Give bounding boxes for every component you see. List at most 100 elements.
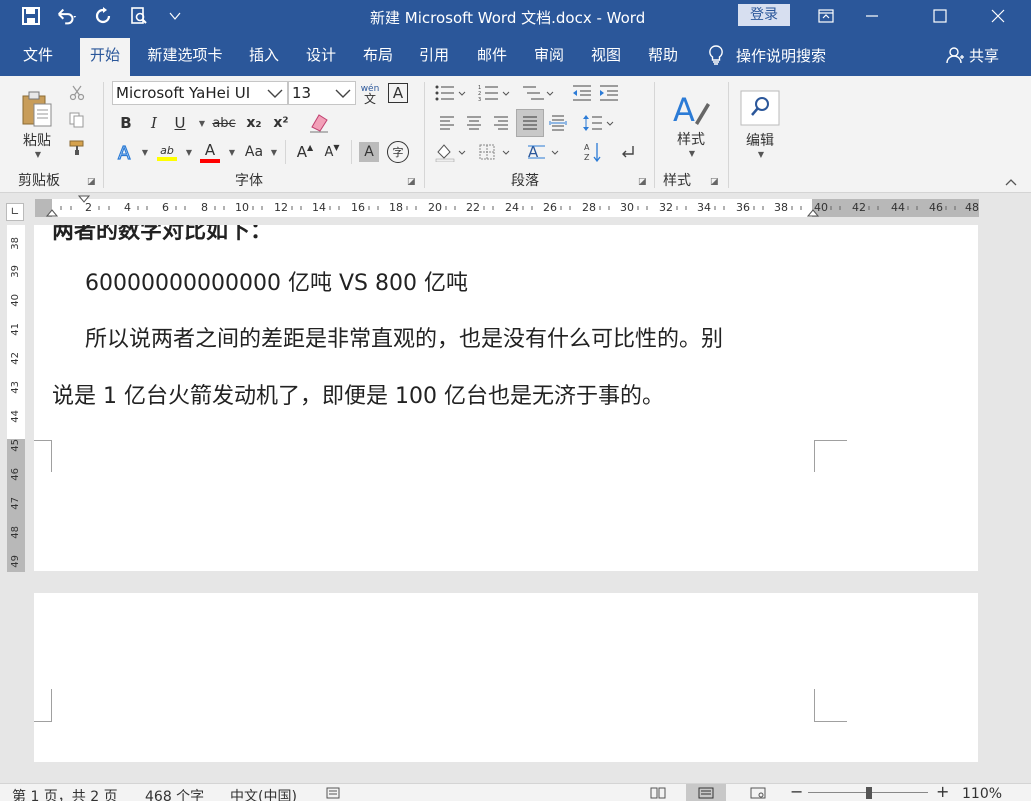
styles-button[interactable]: A 样式 ▼ bbox=[663, 82, 719, 166]
login-button[interactable]: 登录 bbox=[738, 4, 790, 26]
editing-button[interactable]: 编辑 ▼ bbox=[737, 82, 783, 166]
tell-me-search[interactable]: 操作说明搜索 bbox=[708, 38, 826, 72]
change-case-dropdown-icon[interactable]: ▼ bbox=[269, 146, 279, 158]
copy-icon[interactable] bbox=[66, 109, 88, 131]
align-center-icon[interactable] bbox=[462, 111, 486, 135]
subscript-button[interactable]: x₂ bbox=[243, 112, 265, 134]
justify-icon[interactable] bbox=[516, 109, 544, 137]
tab-layout[interactable]: 布局 bbox=[354, 38, 402, 76]
shrink-font-button[interactable]: A ▼ bbox=[321, 140, 343, 164]
tab-selector-button[interactable]: ∟ bbox=[6, 203, 24, 221]
strikethrough-button[interactable]: abc bbox=[209, 112, 239, 134]
paragraph-line-3[interactable]: 说是 1 亿台火箭发动机了，即便是 100 亿台也是无济于事的。 bbox=[52, 378, 664, 410]
first-line-indent-marker[interactable] bbox=[78, 195, 90, 203]
save-icon[interactable] bbox=[20, 5, 42, 27]
redo-icon[interactable] bbox=[92, 5, 114, 27]
undo-icon[interactable] bbox=[56, 5, 78, 27]
left-indent-marker[interactable] bbox=[46, 209, 58, 219]
font-color-button[interactable]: A bbox=[198, 139, 222, 165]
paragraph-line-2[interactable]: 所以说两者之间的差距是非常直观的，也是没有什么可比性的。别 bbox=[85, 321, 723, 353]
cut-icon[interactable] bbox=[66, 82, 88, 104]
font-name-select[interactable]: Microsoft YaHei UI bbox=[112, 81, 288, 105]
text-effects-icon[interactable]: A bbox=[114, 140, 138, 164]
underline-dropdown-icon[interactable]: ▼ bbox=[197, 117, 207, 129]
character-shading-button[interactable]: A bbox=[359, 142, 379, 162]
web-layout-icon[interactable] bbox=[750, 787, 766, 801]
line-spacing-icon[interactable] bbox=[581, 111, 617, 135]
horizontal-ruler[interactable]: 2 4 6 8 10 12 14 16 18 20 22 24 26 28 30… bbox=[35, 195, 979, 219]
customize-qat-icon[interactable] bbox=[164, 5, 186, 27]
show-marks-icon[interactable] bbox=[616, 140, 640, 164]
minimize-icon[interactable] bbox=[849, 0, 895, 32]
maximize-icon[interactable] bbox=[917, 0, 963, 32]
font-size-select[interactable]: 13 bbox=[288, 81, 356, 105]
zoom-level[interactable]: 110% bbox=[962, 786, 1002, 801]
zoom-in-icon[interactable]: + bbox=[936, 782, 949, 801]
tab-design[interactable]: 设计 bbox=[297, 38, 345, 76]
paste-button[interactable]: 粘贴 ▼ bbox=[14, 82, 60, 166]
styles-launcher-icon[interactable]: ◪ bbox=[710, 177, 721, 188]
shading-icon[interactable] bbox=[433, 140, 469, 164]
multilevel-list-icon[interactable] bbox=[521, 82, 557, 104]
chinese-layout-icon[interactable]: A bbox=[526, 140, 562, 164]
align-right-icon[interactable] bbox=[489, 111, 513, 135]
tab-help[interactable]: 帮助 bbox=[639, 38, 687, 76]
italic-button[interactable]: I bbox=[144, 112, 164, 134]
tab-view[interactable]: 视图 bbox=[582, 38, 630, 76]
highlight-dropdown-icon[interactable]: ▼ bbox=[184, 146, 194, 158]
zoom-out-icon[interactable]: − bbox=[790, 782, 803, 801]
document-page-1[interactable]: 两者的数字对比如下： 60000000000000 亿吨 VS 800 亿吨 所… bbox=[34, 225, 978, 571]
print-layout-icon[interactable] bbox=[686, 784, 726, 801]
change-case-button[interactable]: Aa bbox=[242, 140, 266, 164]
read-mode-icon[interactable] bbox=[650, 787, 666, 801]
phonetic-guide-button[interactable]: wén 文 bbox=[358, 80, 382, 108]
tab-review[interactable]: 审阅 bbox=[525, 38, 573, 76]
clear-formatting-icon[interactable] bbox=[307, 110, 331, 134]
tab-home[interactable]: 开始 bbox=[80, 38, 130, 76]
numbering-icon[interactable]: 123 bbox=[477, 82, 513, 104]
bullets-icon[interactable] bbox=[433, 82, 469, 104]
tab-references[interactable]: 引用 bbox=[410, 38, 458, 76]
close-icon[interactable] bbox=[975, 0, 1021, 32]
format-painter-icon[interactable] bbox=[66, 137, 88, 159]
vertical-scrollbar[interactable] bbox=[1000, 193, 1031, 783]
distributed-icon[interactable] bbox=[546, 111, 570, 135]
grow-font-button[interactable]: A ▲ bbox=[294, 140, 316, 164]
print-preview-icon[interactable] bbox=[128, 5, 150, 27]
vertical-ruler[interactable]: 38 39 40 41 42 43 44 45 46 47 48 49 bbox=[7, 225, 25, 572]
underline-button[interactable]: U bbox=[170, 112, 190, 134]
font-launcher-icon[interactable]: ◪ bbox=[407, 177, 418, 188]
highlight-button[interactable]: ab bbox=[154, 139, 180, 165]
superscript-button[interactable]: x² bbox=[270, 112, 292, 134]
enclose-characters-button[interactable]: 字 bbox=[387, 141, 409, 163]
editing-dropdown-icon[interactable]: ▼ bbox=[758, 150, 764, 159]
ribbon-display-options-icon[interactable] bbox=[803, 0, 849, 32]
tab-mailings[interactable]: 邮件 bbox=[468, 38, 516, 76]
tab-new-tab[interactable]: 新建选项卡 bbox=[140, 38, 230, 76]
paragraph-line-1[interactable]: 60000000000000 亿吨 VS 800 亿吨 bbox=[85, 265, 468, 297]
borders-icon[interactable] bbox=[477, 140, 513, 164]
tab-file[interactable]: 文件 bbox=[10, 38, 66, 76]
share-button[interactable]: 共享 bbox=[946, 38, 999, 72]
collapse-ribbon-icon[interactable] bbox=[1004, 176, 1018, 188]
tab-insert[interactable]: 插入 bbox=[240, 38, 288, 76]
sort-icon[interactable]: AZ bbox=[581, 140, 605, 164]
paragraph-launcher-icon[interactable]: ◪ bbox=[638, 177, 649, 188]
language-indicator[interactable]: 中文(中国) bbox=[230, 786, 297, 801]
document-page-2[interactable] bbox=[34, 593, 978, 762]
text-effects-dropdown-icon[interactable]: ▼ bbox=[140, 146, 150, 158]
bold-button[interactable]: B bbox=[116, 112, 136, 134]
character-border-button[interactable]: A bbox=[388, 83, 408, 103]
right-indent-marker[interactable] bbox=[807, 209, 819, 219]
macro-record-icon[interactable] bbox=[326, 787, 340, 801]
zoom-slider-thumb[interactable] bbox=[866, 787, 872, 799]
decrease-indent-icon[interactable] bbox=[570, 82, 594, 104]
increase-indent-icon[interactable] bbox=[597, 82, 621, 104]
clipboard-launcher-icon[interactable]: ◪ bbox=[87, 177, 98, 188]
styles-dropdown-icon[interactable]: ▼ bbox=[689, 149, 695, 158]
page-count[interactable]: 第 1 页，共 2 页 bbox=[12, 786, 118, 801]
align-left-icon[interactable] bbox=[435, 111, 459, 135]
paste-dropdown-icon[interactable]: ▼ bbox=[35, 150, 41, 159]
font-color-dropdown-icon[interactable]: ▼ bbox=[227, 146, 237, 158]
word-count[interactable]: 468 个字 bbox=[145, 786, 204, 801]
